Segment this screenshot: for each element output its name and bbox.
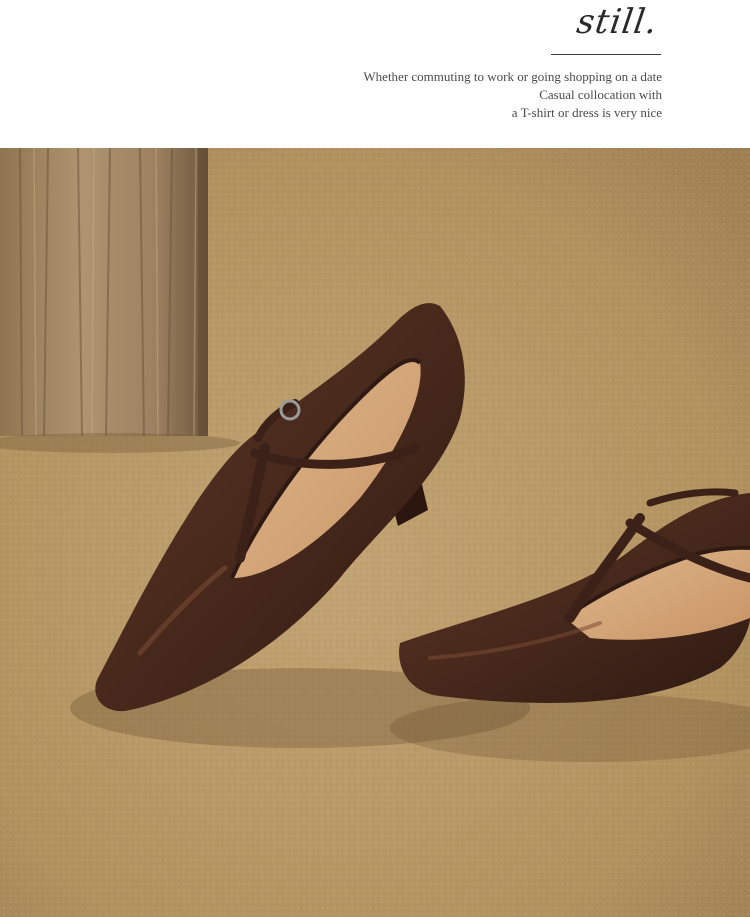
caption-line-2: Casual collocation with [539, 87, 662, 102]
caption-line-3: a T-shirt or dress is very nice [511, 105, 662, 120]
header: still. Whether commuting to work or goin… [0, 0, 750, 148]
wood-block [0, 148, 208, 437]
script-title: still. [574, 2, 661, 42]
caption-line-1: Whether commuting to work or going shopp… [363, 69, 662, 84]
product-photo [0, 148, 750, 917]
shoe-illustration [0, 148, 750, 917]
title-underline [551, 54, 661, 55]
caption: Whether commuting to work or going shopp… [363, 68, 662, 122]
